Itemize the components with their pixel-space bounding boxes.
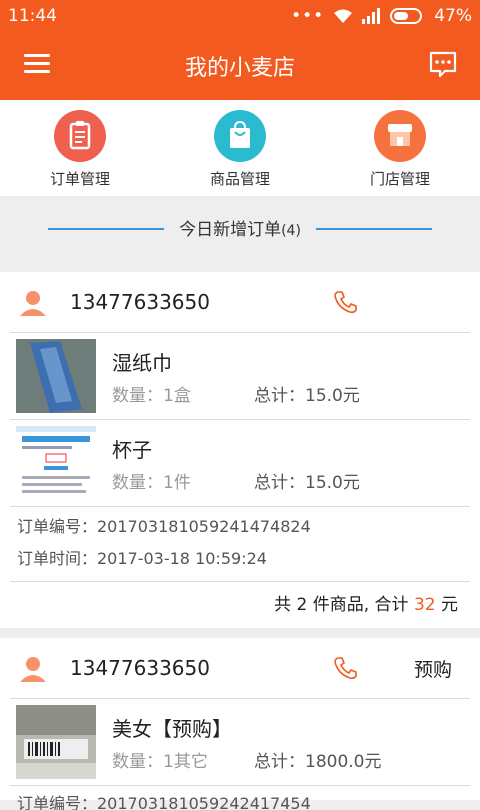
nav-label: 商品管理 [209,170,270,188]
order-meta: 订单编号：20170318105924147482​4 订单时间：2017-03… [10,507,470,582]
product-quantity: 数量：1其它 [112,752,208,772]
order-number: 订单编号：20170318105924241745​4 [17,794,311,810]
preorder-tag: 预购 [413,659,452,681]
order-item[interactable]: 美女【预购】 数量：1其它 总计：1800.0元 [10,699,470,786]
product-name: 杯子 [112,438,152,462]
more-dots-icon: ••• [291,6,325,26]
status-time: 11:44 [8,6,57,26]
order-header: 13477633650 预购 [10,638,470,699]
customer-phone: 13477633650 [70,656,210,680]
product-total: 总计：15.0元 [254,473,360,493]
order-header: 13477633650 [10,272,470,333]
page-title: 我的小麦店 [184,56,295,81]
order-card[interactable]: 13477633650 预购 美女【预购】 数量：1其它 总计：1800.0元 … [0,638,480,810]
app-header: 我的小麦店 [0,32,480,100]
order-card[interactable]: 13477633650 湿纸巾 数量：1盒 总计：15.0元 杯子 数量：1件 … [0,272,480,628]
section-count: (4) [281,223,301,239]
section-header: 今日新增订单(4) [0,196,480,268]
status-bar: 11:44 ••• 47% [0,0,480,32]
battery-icon [390,8,423,24]
storefront-icon [374,110,426,162]
order-item[interactable]: 杯子 数量：1件 总计：15.0元 [10,420,470,507]
nav-order-management[interactable]: 订单管理 [0,100,160,196]
product-quantity: 数量：1盒 [112,386,191,406]
order-item[interactable]: 湿纸巾 数量：1盒 总计：15.0元 [10,333,470,420]
order-time: 订单时间：2017-03-18 10:59:24 [17,549,267,568]
product-total: 总计：15.0元 [254,386,360,406]
product-total: 总计：1800.0元 [254,752,382,772]
nav-label: 门店管理 [369,170,430,188]
nav-store-management[interactable]: 门店管理 [320,100,480,196]
signal-icon [362,8,381,24]
product-name: 湿纸巾 [112,351,172,375]
product-name: 美女【预购】 [112,717,232,741]
order-summary: 共 2 件商品, 合计 32 元 [0,582,480,628]
section-title-text: 今日新增订单 [179,220,282,240]
customer-phone: 13477633650 [70,290,210,314]
summary-prefix: 共 2 件商品, 合计 [274,595,414,615]
shopping-bag-icon [214,110,266,162]
user-avatar-icon [20,291,46,316]
product-thumbnail [16,705,96,779]
order-number: 订单编号：20170318105924147482​4 [17,517,311,536]
message-icon[interactable] [428,50,458,80]
nav-product-management[interactable]: 商品管理 [160,100,320,196]
divider-right [316,228,432,230]
product-thumbnail [16,426,96,500]
nav-label: 订单管理 [49,170,110,188]
wifi-icon [334,9,353,23]
product-quantity: 数量：1件 [112,473,191,493]
clipboard-icon [54,110,106,162]
product-thumbnail [16,339,96,413]
phone-call-icon[interactable] [332,655,358,681]
summary-suffix: 元 [435,595,458,615]
phone-call-icon[interactable] [332,289,358,315]
battery-percent: 47% [434,6,472,26]
user-avatar-icon [20,657,46,682]
quick-nav: 订单管理 商品管理 门店管理 [0,100,480,196]
summary-amount: 32 [413,595,436,615]
